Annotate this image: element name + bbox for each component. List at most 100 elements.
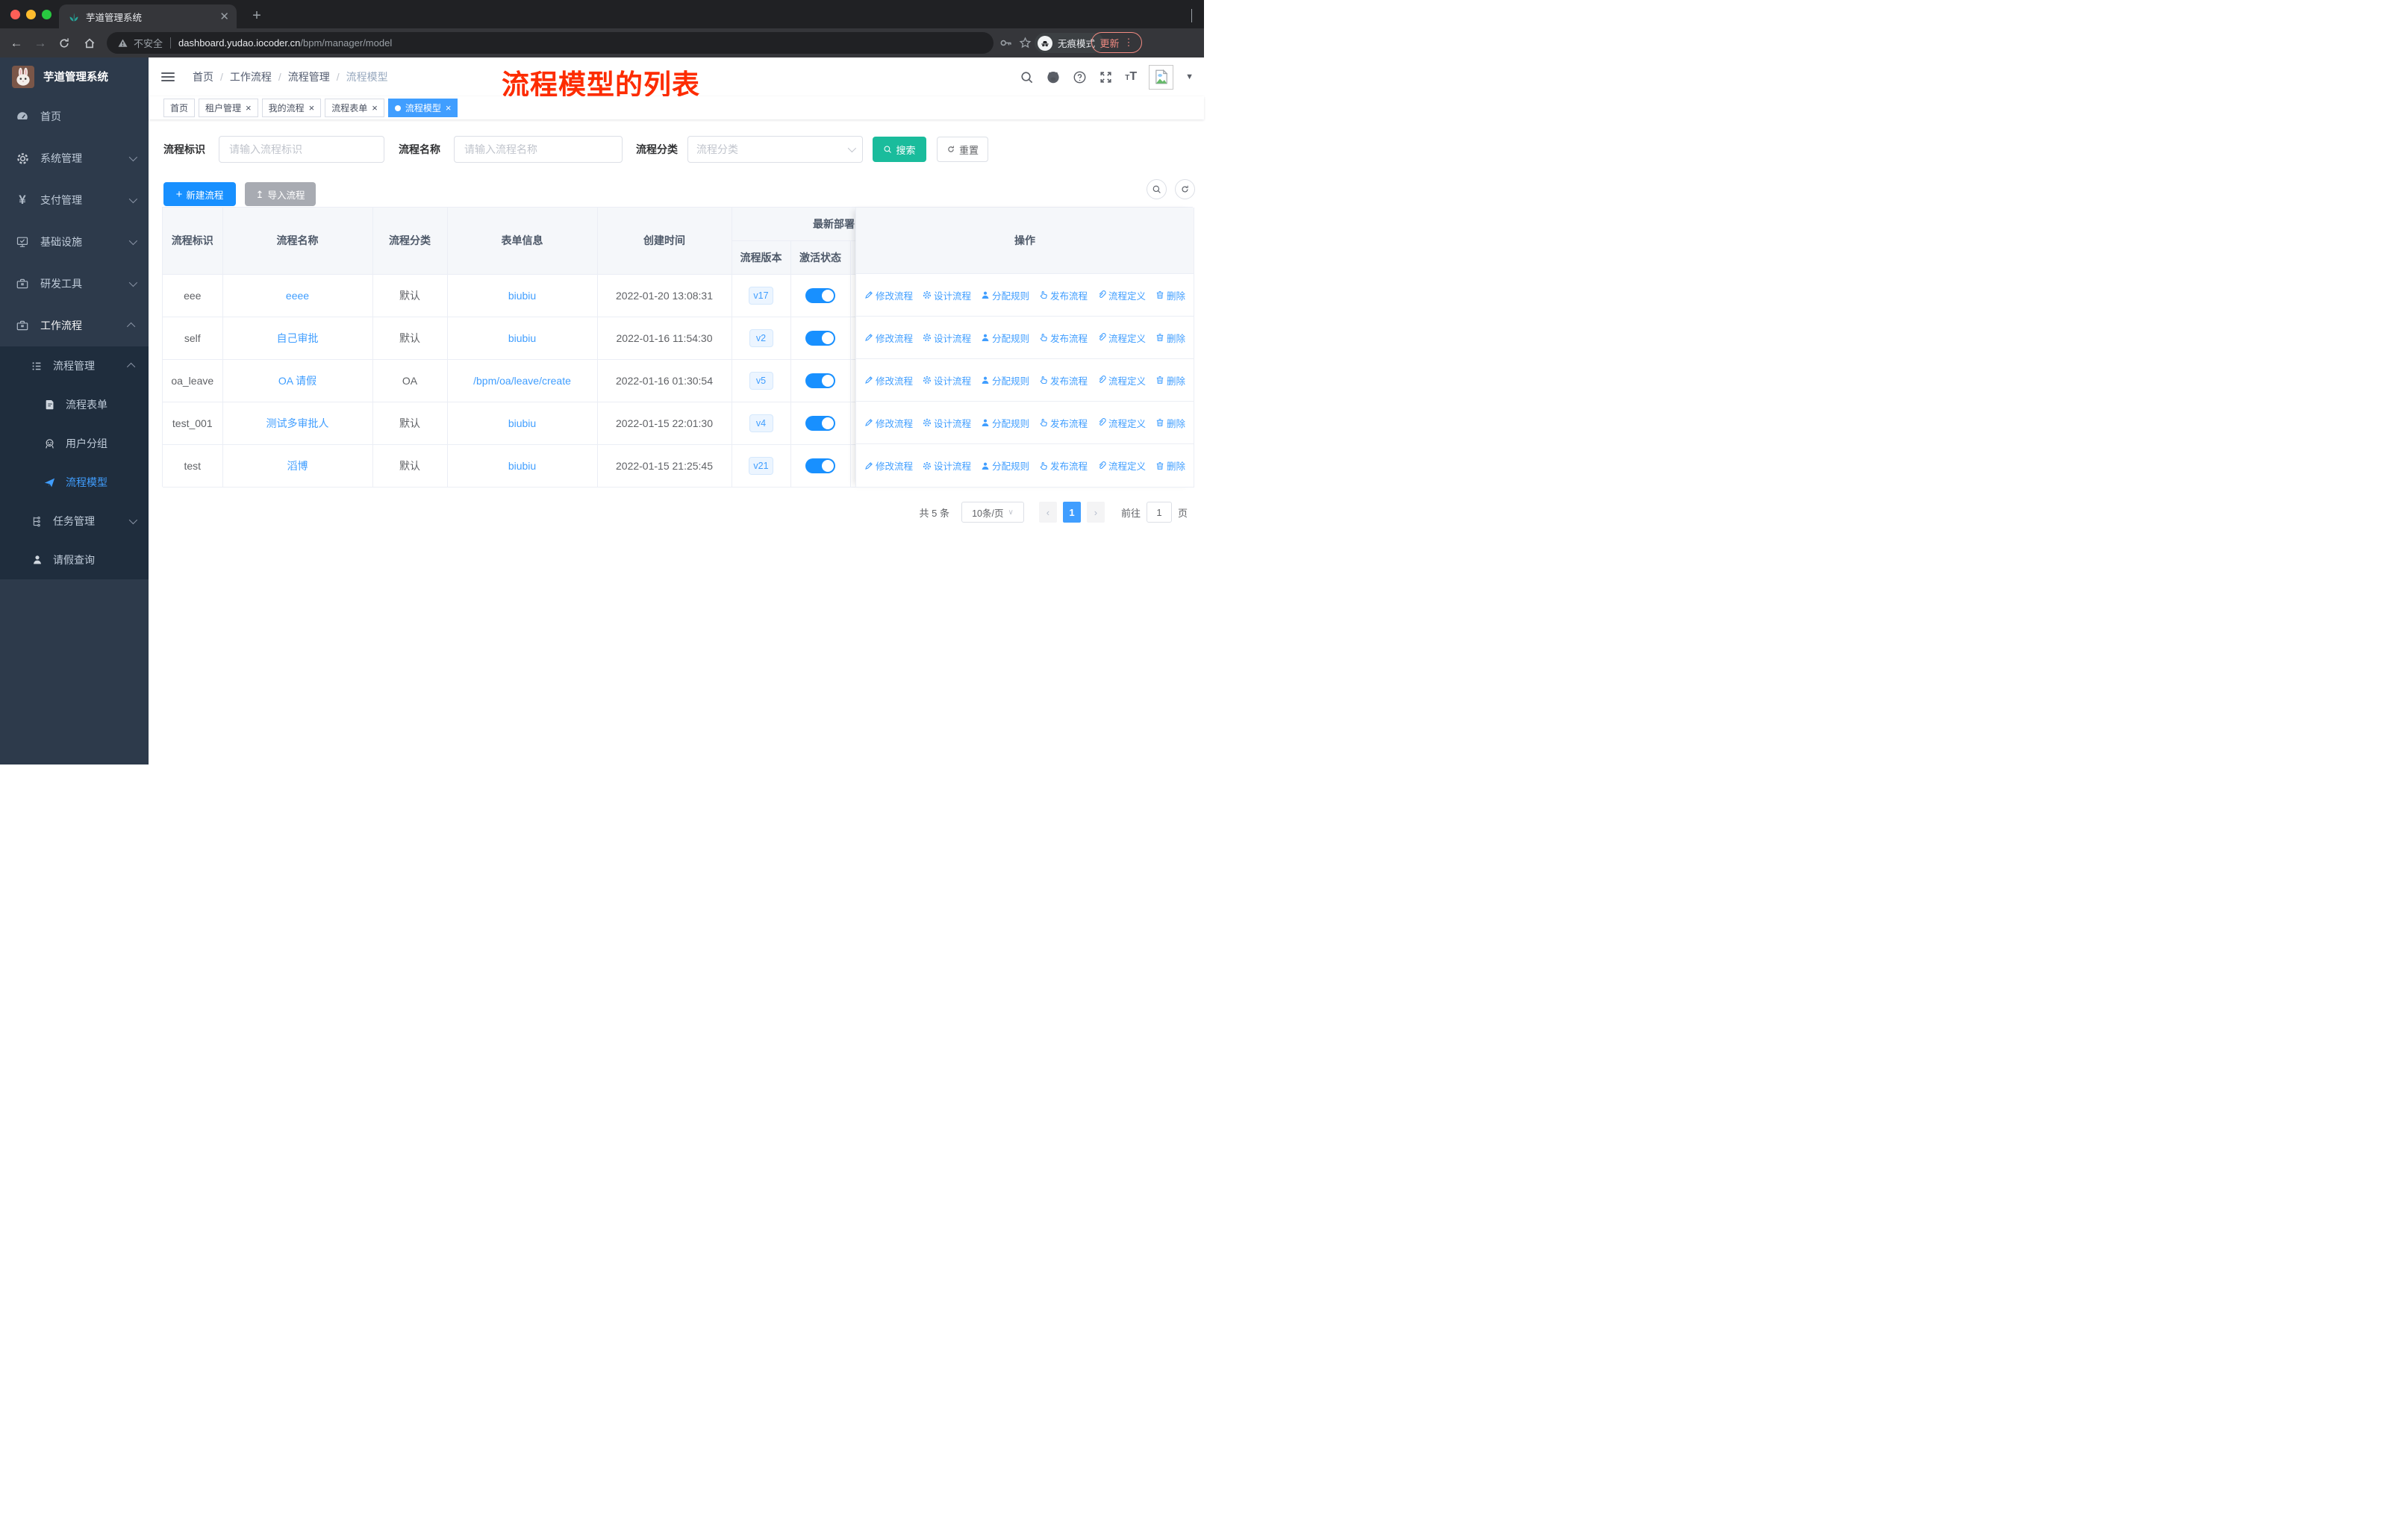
active-toggle[interactable] [805,373,835,388]
version-badge[interactable]: v2 [749,328,773,347]
breadcrumb-workflow[interactable]: 工作流程 [230,69,272,84]
show-search-circle-button[interactable] [1147,179,1167,199]
goto-page-input[interactable] [1146,502,1172,523]
page-number-button[interactable]: 1 [1062,502,1081,523]
forward-icon[interactable]: → [31,34,49,52]
assign-rule-link[interactable]: 分配规则 [981,458,1029,473]
reload-icon[interactable] [55,34,73,52]
import-process-button[interactable]: ↥ 导入流程 [245,182,316,206]
design-process-link[interactable]: 设计流程 [923,416,971,430]
process-name-link[interactable]: 自己审批 [277,332,319,344]
tag-process-model[interactable]: 流程模型 × [387,99,458,117]
publish-process-link[interactable]: 发布流程 [1039,458,1088,473]
process-name-link[interactable]: 测试多审批人 [266,417,329,429]
window-minimize-button[interactable] [26,10,36,19]
browser-menu-icon[interactable]: ⋮ [1124,37,1134,49]
breadcrumb-home[interactable]: 首页 [193,69,213,84]
active-toggle[interactable] [805,415,835,431]
tag-tenant[interactable]: 租户管理 × [199,99,258,117]
assign-rule-link[interactable]: 分配规则 [981,373,1029,387]
version-badge[interactable]: v5 [749,371,773,390]
next-page-button[interactable]: › [1086,502,1105,523]
sidebar-item-process-mgmt[interactable]: 流程管理 [0,346,149,385]
breadcrumb-process-mgmt[interactable]: 流程管理 [288,69,330,84]
form-info-link[interactable]: biubiu [508,460,536,472]
version-badge[interactable]: v17 [749,286,773,305]
edit-process-link[interactable]: 修改流程 [864,331,913,345]
new-tab-button[interactable]: + [246,6,267,27]
sidebar-item-devtools[interactable]: 研发工具 [0,263,149,305]
home-icon[interactable] [81,34,99,52]
process-name-link[interactable]: 滔博 [287,460,308,472]
close-icon[interactable]: × [372,103,378,113]
tab-close-icon[interactable]: ✕ [219,11,229,22]
help-icon[interactable] [1073,70,1087,84]
search-button[interactable]: 搜索 [873,137,926,162]
browser-tab[interactable]: 芋道管理系统 ✕ [59,4,237,28]
delete-link[interactable]: 删除 [1155,416,1185,430]
delete-link[interactable]: 删除 [1155,288,1185,302]
assign-rule-link[interactable]: 分配规则 [981,288,1029,302]
delete-link[interactable]: 删除 [1155,458,1185,473]
avatar[interactable] [1149,64,1174,90]
close-icon[interactable]: × [246,103,252,113]
publish-process-link[interactable]: 发布流程 [1039,416,1088,430]
active-toggle[interactable] [805,330,835,346]
prev-page-button[interactable]: ‹ [1038,502,1057,523]
edit-process-link[interactable]: 修改流程 [864,373,913,387]
process-name-input[interactable] [454,136,623,163]
design-process-link[interactable]: 设计流程 [923,331,971,345]
window-close-button[interactable] [10,10,20,19]
url-path[interactable]: /bpm/manager/model [300,37,392,49]
process-definition-link[interactable]: 流程定义 [1097,373,1146,387]
search-icon[interactable] [1020,70,1034,84]
caret-down-icon[interactable]: ▼ [1185,72,1194,81]
form-info-link[interactable]: /bpm/oa/leave/create [473,375,571,387]
sidebar-item-system[interactable]: 系统管理 [0,137,149,179]
sidebar-item-workflow[interactable]: 工作流程 [0,305,149,346]
active-toggle[interactable] [805,287,835,303]
design-process-link[interactable]: 设计流程 [923,373,971,387]
design-process-link[interactable]: 设计流程 [923,458,971,473]
edit-process-link[interactable]: 修改流程 [864,458,913,473]
github-icon[interactable] [1046,69,1061,84]
refresh-circle-button[interactable] [1175,179,1195,199]
sidebar-item-process-form[interactable]: 流程表单 [0,385,149,424]
reset-button[interactable]: 重置 [937,137,988,162]
bookmark-star-icon[interactable] [1018,36,1032,50]
sidebar-item-home[interactable]: 首页 [0,96,149,137]
create-process-button[interactable]: + 新建流程 [163,182,236,206]
assign-rule-link[interactable]: 分配规则 [981,416,1029,430]
delete-link[interactable]: 删除 [1155,373,1185,387]
form-info-link[interactable]: biubiu [508,417,536,429]
tab-search-chevron-icon[interactable] [1191,9,1192,22]
browser-update-button[interactable]: 更新 ⋮ [1091,32,1142,53]
process-id-input[interactable] [219,136,384,163]
page-size-select[interactable]: 10条/页 ∨ [961,502,1024,523]
process-definition-link[interactable]: 流程定义 [1097,458,1146,473]
assign-rule-link[interactable]: 分配规则 [981,331,1029,345]
publish-process-link[interactable]: 发布流程 [1039,331,1088,345]
publish-process-link[interactable]: 发布流程 [1039,288,1088,302]
sidebar-item-leave-query[interactable]: 请假查询 [0,541,149,579]
back-icon[interactable]: ← [7,34,25,52]
window-zoom-button[interactable] [42,10,52,19]
process-category-select[interactable]: 流程分类 [687,136,863,163]
tag-home[interactable]: 首页 [163,99,196,117]
publish-process-link[interactable]: 发布流程 [1039,373,1088,387]
sidebar-item-process-model[interactable]: 流程模型 [0,463,149,502]
close-icon[interactable]: × [446,103,452,113]
design-process-link[interactable]: 设计流程 [923,288,971,302]
url-host[interactable]: dashboard.yudao.iocoder.cn [178,37,300,49]
process-name-link[interactable]: eeee [286,290,309,302]
key-icon[interactable] [999,36,1013,50]
process-definition-link[interactable]: 流程定义 [1097,331,1146,345]
process-definition-link[interactable]: 流程定义 [1097,416,1146,430]
collapse-menu-icon[interactable] [161,70,175,84]
close-icon[interactable]: × [309,103,315,113]
security-label[interactable]: 不安全 [134,36,163,50]
sidebar-item-task-mgmt[interactable]: 任务管理 [0,502,149,541]
edit-process-link[interactable]: 修改流程 [864,416,913,430]
delete-link[interactable]: 删除 [1155,331,1185,345]
address-bar[interactable]: 不安全 dashboard.yudao.iocoder.cn/bpm/manag… [107,32,994,54]
